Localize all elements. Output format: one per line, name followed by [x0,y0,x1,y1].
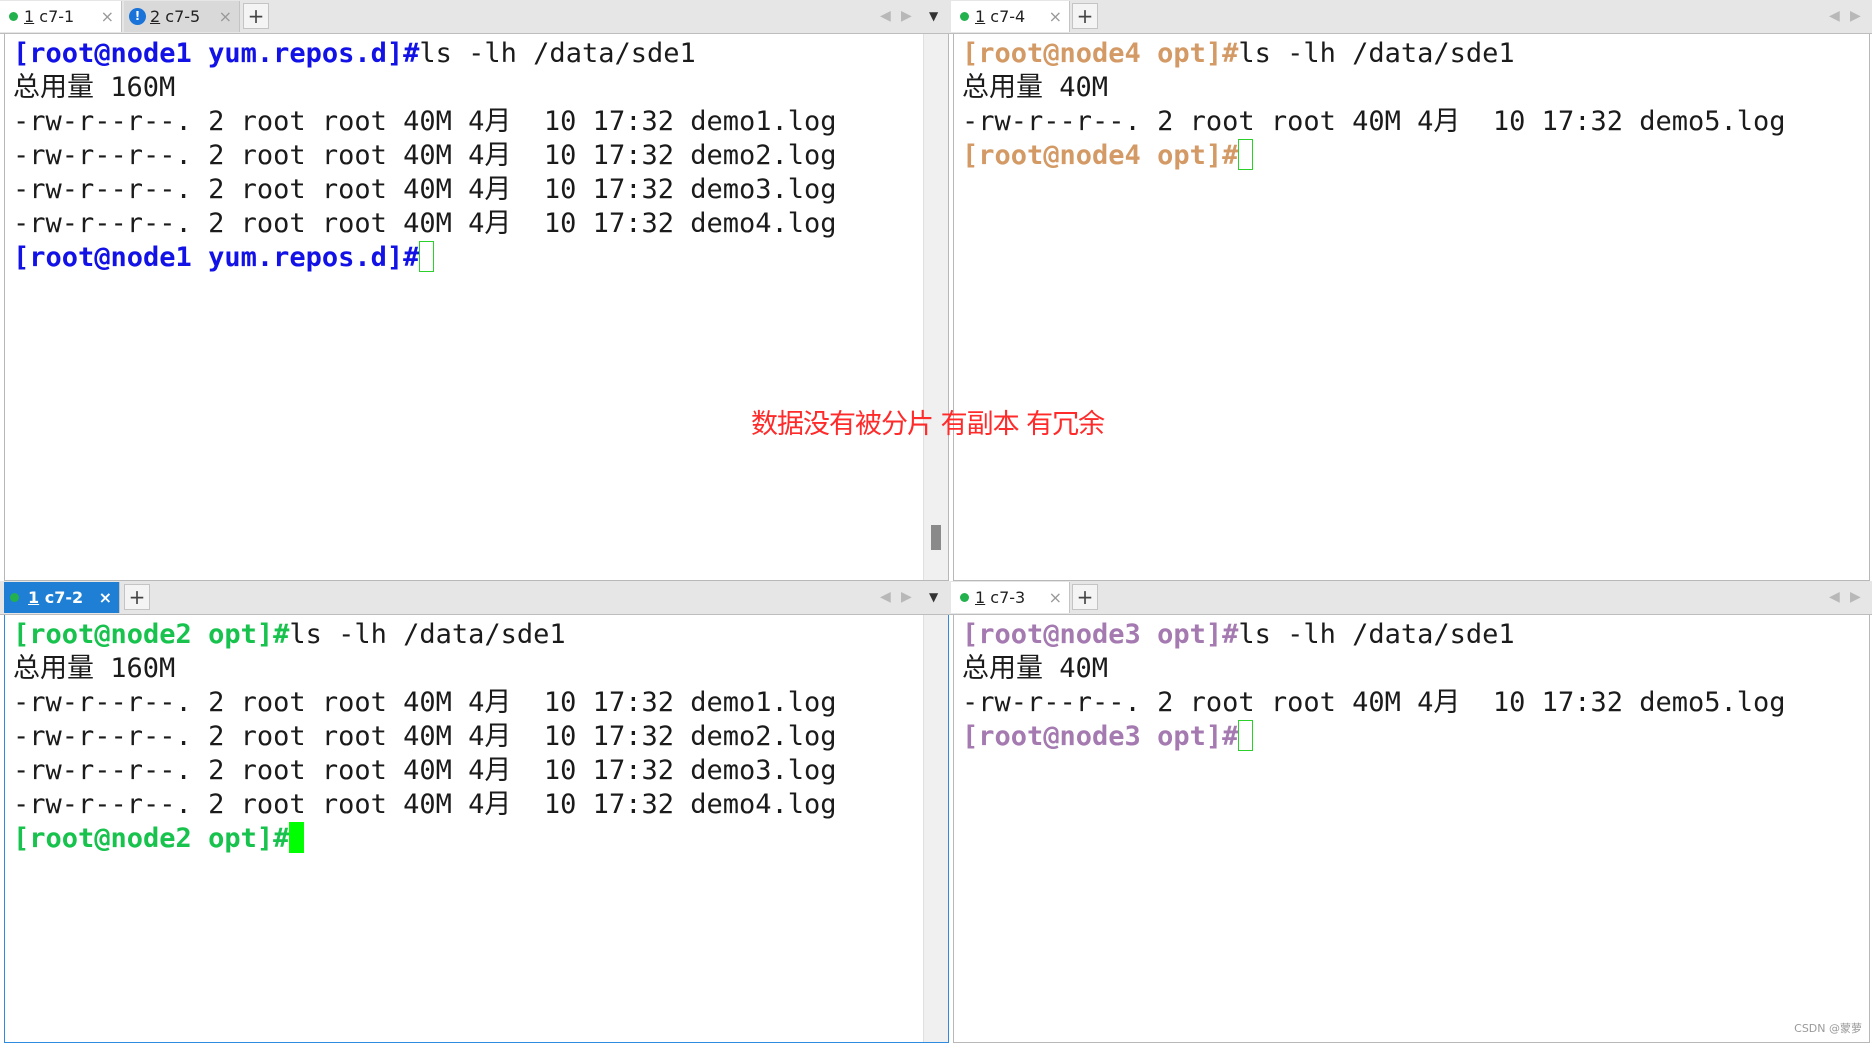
shell-prompt: [root@node3 opt]# [962,619,1239,650]
terminal-line: -rw-r--r--. 2 root root 40M 4月 10 17:32 … [13,140,837,171]
terminal-line: [root@node3 opt]#ls -lh /data/sde1 [962,618,1515,652]
shell-prompt: [root@node1 yum.repos.d]# [13,38,420,69]
shell-command: ls -lh /data/sde1 [1238,619,1515,650]
close-icon[interactable]: × [99,582,112,613]
shell-prompt: [root@node2 opt]# [13,823,290,854]
tab-c7-3[interactable]: 1 c7-3 × [951,582,1070,613]
shell-prompt: [root@node1 yum.repos.d]# [13,242,420,273]
close-icon[interactable]: × [219,1,232,32]
info-icon: ! [129,8,146,25]
terminal-line: 总用量 40M [962,72,1109,103]
tab-c7-1[interactable]: 1 c7-1 × [0,1,122,32]
tab-bar: 1 c7-3 × + ◀ ▶ [951,581,1872,615]
text-cursor [1238,720,1254,751]
scrollbar-thumb[interactable] [931,525,941,550]
tab-label: 1 c7-2 [28,588,84,607]
tab-c7-2[interactable]: 1 c7-2 × [4,582,120,613]
terminal-line: -rw-r--r--. 2 root root 40M 4月 10 17:32 … [13,721,837,752]
add-tab-button[interactable]: + [124,584,150,610]
terminal-line: -rw-r--r--. 2 root root 40M 4月 10 17:32 … [13,687,837,718]
shell-prompt: [root@node2 opt]# [13,619,290,650]
shell-prompt: [root@node3 opt]# [962,721,1239,752]
close-icon[interactable]: × [1049,1,1062,32]
terminal-line: [root@node3 opt]# [962,720,1254,754]
terminal-output[interactable]: [root@node2 opt]#ls -lh /data/sde1 总用量 1… [4,615,949,1043]
status-dot-icon [960,593,969,602]
add-tab-button[interactable]: + [243,3,269,29]
chevron-right-icon[interactable]: ▶ [1850,581,1861,613]
terminal-line: -rw-r--r--. 2 root root 40M 4月 10 17:32 … [13,174,837,205]
terminal-line: -rw-r--r--. 2 root root 40M 4月 10 17:32 … [13,106,837,137]
terminal-line: -rw-r--r--. 2 root root 40M 4月 10 17:32 … [962,106,1786,137]
tab-label: 1 c7-1 [24,7,75,26]
terminal-line: 总用量 160M [13,653,176,684]
terminal-output[interactable]: [root@node4 opt]#ls -lh /data/sde1 总用量 4… [953,34,1870,581]
shell-prompt: [root@node4 opt]# [962,38,1239,69]
dropdown-icon[interactable]: ▼ [929,581,938,613]
tab-bar: 1 c7-2 × + ◀ ▶ ▼ [0,581,951,615]
text-cursor [289,822,305,853]
tab-label: 1 c7-4 [975,7,1026,26]
terminal-pane-c7-1: 1 c7-1 × ! 2 c7-5 × + ◀ ▶ ▼ [root@node1 … [0,0,951,581]
add-tab-button[interactable]: + [1072,584,1098,610]
terminal-line: [root@node1 yum.repos.d]#ls -lh /data/sd… [13,37,696,71]
shell-command: ls -lh /data/sde1 [1238,38,1515,69]
terminal-pane-c7-4: 1 c7-4 × + ◀ ▶ [root@node4 opt]#ls -lh /… [951,0,1872,581]
terminal-pane-c7-3: 1 c7-3 × + ◀ ▶ [root@node3 opt]#ls -lh /… [951,581,1872,1043]
vertical-scrollbar[interactable] [923,615,948,1042]
tab-label: 2 c7-5 [150,7,201,26]
tab-label: 1 c7-3 [975,588,1026,607]
terminal-line: [root@node4 opt]# [962,139,1254,173]
tab-c7-4[interactable]: 1 c7-4 × [951,1,1070,32]
close-icon[interactable]: × [101,1,114,32]
status-dot-icon [10,593,19,602]
annotation-text: 数据没有被分片 有副本 有冗余 [751,409,1105,440]
chevron-right-icon[interactable]: ▶ [1850,0,1861,32]
terminal-line: -rw-r--r--. 2 root root 40M 4月 10 17:32 … [962,687,1786,718]
vertical-scrollbar[interactable] [923,34,948,580]
chevron-left-icon[interactable]: ◀ [880,581,891,613]
status-dot-icon [960,12,969,21]
tab-bar: 1 c7-4 × + ◀ ▶ [951,0,1872,34]
chevron-left-icon[interactable]: ◀ [1829,581,1840,613]
chevron-right-icon[interactable]: ▶ [901,581,912,613]
shell-command: ls -lh /data/sde1 [289,619,566,650]
shell-command: ls -lh /data/sde1 [419,38,696,69]
text-cursor [419,241,435,272]
dropdown-icon[interactable]: ▼ [929,0,938,32]
terminal-line: [root@node1 yum.repos.d]# [13,241,435,275]
terminal-output[interactable]: [root@node1 yum.repos.d]#ls -lh /data/sd… [4,34,949,581]
terminal-line: [root@node4 opt]#ls -lh /data/sde1 [962,37,1515,71]
terminal-line: [root@node2 opt]# [13,822,305,856]
terminal-pane-c7-2: 1 c7-2 × + ◀ ▶ ▼ [root@node2 opt]#ls -lh… [0,581,951,1043]
terminal-output[interactable]: [root@node3 opt]#ls -lh /data/sde1 总用量 4… [953,615,1870,1043]
watermark-text: CSDN @蒙萝 [1794,1022,1862,1035]
terminal-line: -rw-r--r--. 2 root root 40M 4月 10 17:32 … [13,755,837,786]
terminal-line: 总用量 40M [962,653,1109,684]
chevron-left-icon[interactable]: ◀ [1829,0,1840,32]
add-tab-button[interactable]: + [1072,3,1098,29]
terminal-line: [root@node2 opt]#ls -lh /data/sde1 [13,618,566,652]
status-dot-icon [9,12,18,21]
shell-prompt: [root@node4 opt]# [962,140,1239,171]
chevron-left-icon[interactable]: ◀ [880,0,891,32]
tab-c7-5[interactable]: ! 2 c7-5 × [124,1,240,32]
terminal-line: -rw-r--r--. 2 root root 40M 4月 10 17:32 … [13,208,837,239]
text-cursor [1238,139,1254,170]
close-icon[interactable]: × [1049,582,1062,613]
chevron-right-icon[interactable]: ▶ [901,0,912,32]
terminal-line: -rw-r--r--. 2 root root 40M 4月 10 17:32 … [13,789,837,820]
tab-bar: 1 c7-1 × ! 2 c7-5 × + ◀ ▶ ▼ [0,0,951,34]
terminal-line: 总用量 160M [13,72,176,103]
